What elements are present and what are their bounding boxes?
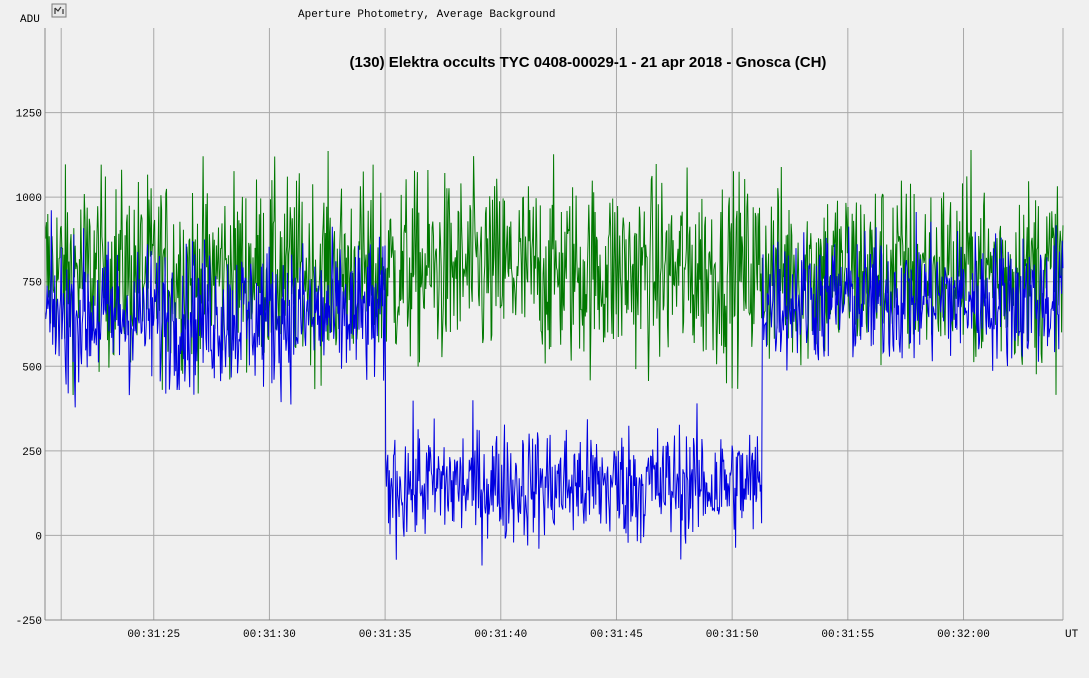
y-tick-label: 0 (35, 531, 42, 543)
x-tick-label: 00:31:40 (474, 629, 527, 641)
x-tick-label: 00:31:45 (590, 629, 643, 641)
x-tick-label: 00:31:25 (127, 629, 180, 641)
x-axis-label: UT (1065, 629, 1079, 641)
y-tick-label: 500 (22, 362, 42, 374)
x-tick-label: 00:31:55 (821, 629, 874, 641)
x-tick-label: 00:32:00 (937, 629, 990, 641)
chart-window: -250 0 250 500 750 1000 1250 00:31:25 00:31:30 00… (0, 0, 1089, 673)
chart-svg: -250 0 250 500 750 1000 1250 00:31:25 00:31:30 00… (0, 0, 1089, 673)
x-tick-label: 00:31:30 (243, 629, 296, 641)
header-title: Aperture Photometry, Average Background (298, 9, 555, 21)
x-tick-label: 00:31:35 (359, 629, 412, 641)
y-tick-label: 1250 (16, 109, 42, 121)
x-tick-label: 00:31:50 (706, 629, 759, 641)
y-tick-label: 250 (22, 447, 42, 459)
y-tick-label: 750 (22, 278, 42, 290)
y-axis-label: ADU (20, 14, 40, 26)
y-tick-label: -250 (16, 616, 42, 628)
y-tick-label: 1000 (16, 193, 42, 205)
chart-menu-icon[interactable] (51, 3, 67, 18)
chart-title: (130) Elektra occults TYC 0408-00029-1 -… (350, 54, 827, 71)
